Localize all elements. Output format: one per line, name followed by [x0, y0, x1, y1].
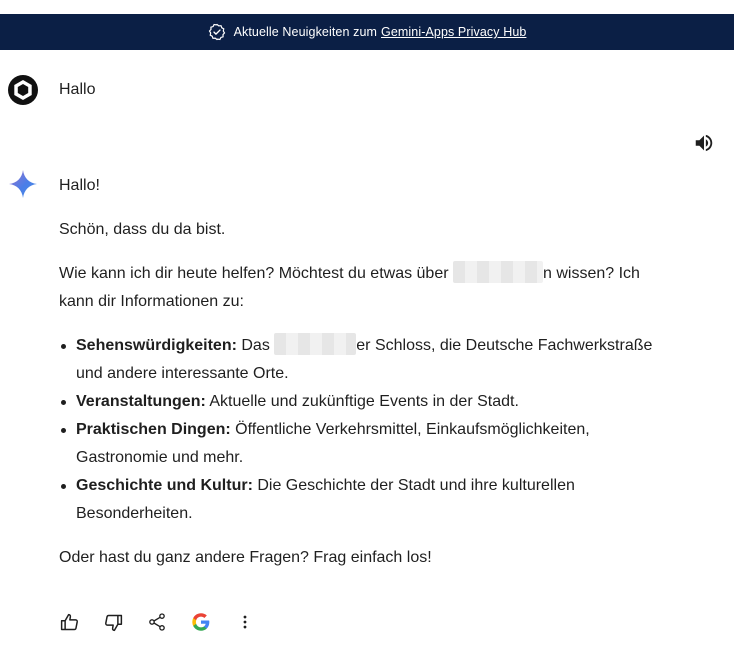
- response-question: Wie kann ich dir heute helfen? Möchtest …: [59, 260, 679, 316]
- topic-title: Geschichte und Kultur:: [76, 477, 253, 494]
- list-item: Sehenswürdigkeiten: Das er Schloss, die …: [61, 332, 679, 388]
- topic-text: Aktuelle und zukünftige Events in der St…: [205, 393, 519, 410]
- topic-title: Veranstaltungen:: [76, 393, 206, 410]
- thumbs-down-icon[interactable]: [102, 611, 124, 633]
- list-item: Praktischen Dingen: Öffentliche Verkehrs…: [61, 416, 679, 472]
- user-avatar-icon[interactable]: [8, 75, 38, 105]
- banner-text: Aktuelle Neuigkeiten zum: [233, 25, 378, 39]
- read-aloud-speaker-icon[interactable]: [693, 132, 715, 154]
- user-message-text: Hallo: [59, 81, 96, 98]
- privacy-banner: Aktuelle Neuigkeiten zum Gemini-Apps Pri…: [0, 14, 734, 50]
- response-welcome: Schön, dass du da bist.: [59, 221, 226, 238]
- gemini-response: Hallo! Schön, dass du da bist. Wie kann …: [59, 172, 679, 572]
- response-action-bar: [58, 611, 256, 633]
- privacy-hub-link[interactable]: Gemini-Apps Privacy Hub: [381, 25, 526, 39]
- topic-text-before: Das: [236, 337, 275, 354]
- gemini-sparkle-icon: [8, 169, 38, 199]
- list-item: Veranstaltungen: Aktuelle und zukünftige…: [61, 388, 679, 416]
- google-icon[interactable]: [190, 611, 212, 633]
- question-text-before: Wie kann ich dir heute helfen? Möchtest …: [59, 265, 453, 282]
- list-item: Geschichte und Kultur: Die Geschichte de…: [61, 472, 679, 528]
- redacted-blur: [453, 261, 543, 284]
- thumbs-up-icon[interactable]: [58, 611, 80, 633]
- share-icon[interactable]: [146, 611, 168, 633]
- verified-check-icon: [208, 23, 226, 41]
- topics-list: Sehenswürdigkeiten: Das er Schloss, die …: [59, 332, 679, 528]
- more-vert-icon[interactable]: [234, 611, 256, 633]
- response-greeting: Hallo!: [59, 177, 100, 194]
- redacted-blur: [274, 333, 357, 356]
- response-closing: Oder hast du ganz andere Fragen? Frag ei…: [59, 549, 432, 566]
- topic-title: Sehenswürdigkeiten:: [76, 337, 237, 354]
- topic-title: Praktischen Dingen:: [76, 421, 231, 438]
